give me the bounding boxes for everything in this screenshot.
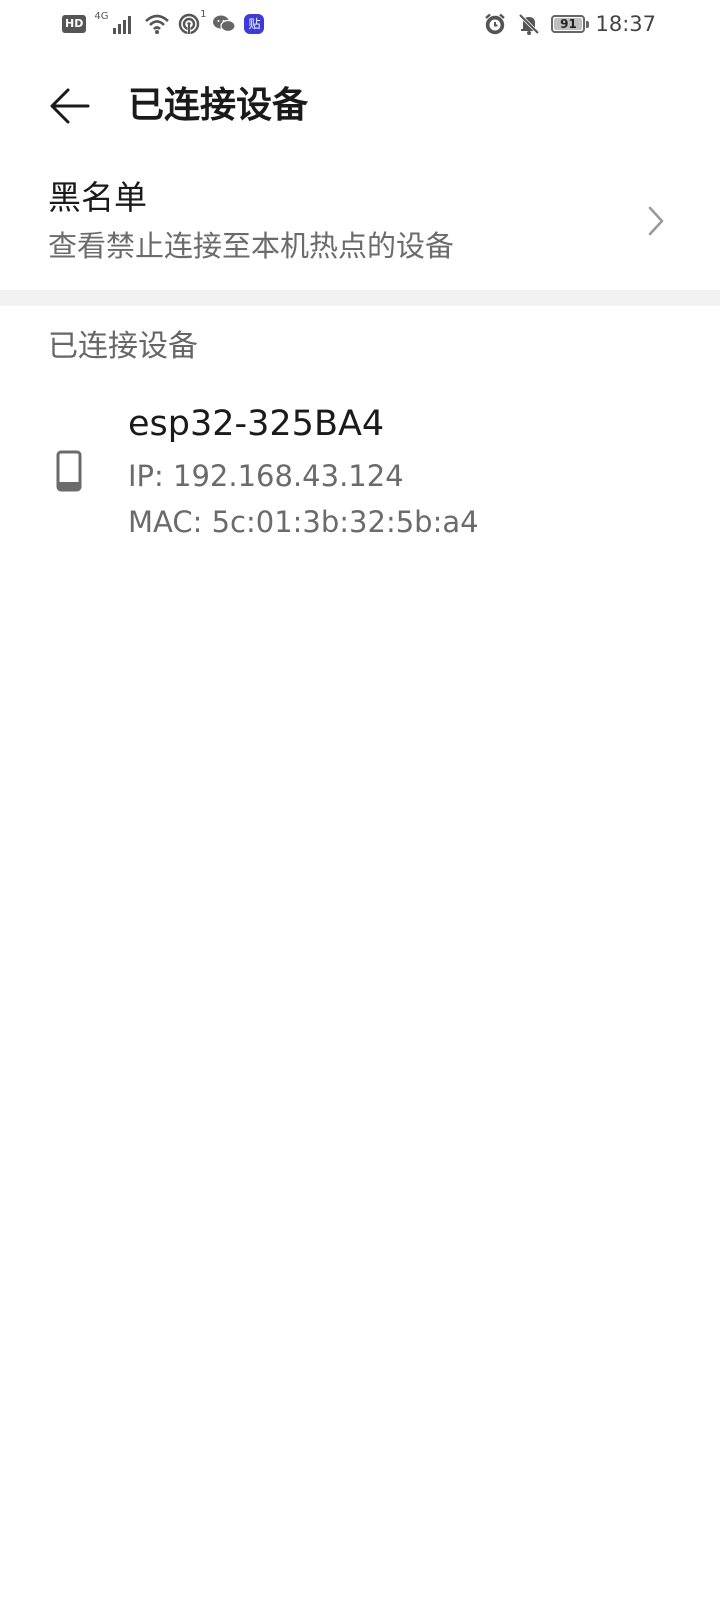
device-mac: MAC: 5c:01:3b:32:5b:a4 <box>128 505 479 539</box>
page-title: 已连接设备 <box>128 85 309 126</box>
network-type-label: 4G <box>94 11 109 22</box>
chevron-right-icon <box>648 206 664 236</box>
hotspot-count: 1 <box>200 9 207 20</box>
hd-icon: HD <box>62 15 87 33</box>
status-bar: HD 4G 1 贴 91 18:37 <box>0 0 720 48</box>
phone-icon <box>56 450 82 492</box>
signal-icon <box>113 16 132 34</box>
blacklist-subtitle: 查看禁止连接至本机热点的设备 <box>48 229 455 263</box>
app-bar: 已连接设备 <box>0 66 720 146</box>
blacklist-title: 黑名单 <box>48 178 147 217</box>
section-divider <box>0 290 720 306</box>
device-ip: IP: 192.168.43.124 <box>128 459 404 493</box>
arrow-left-icon <box>50 88 90 124</box>
status-right-icons: 91 18:37 <box>483 10 656 38</box>
blacklist-row[interactable]: 黑名单 查看禁止连接至本机热点的设备 <box>0 168 720 284</box>
device-name: esp32-325BA4 <box>128 404 385 444</box>
wechat-icon <box>213 15 237 33</box>
alarm-icon <box>485 13 506 35</box>
status-time: 18:37 <box>595 12 656 36</box>
hotspot-icon: 1 <box>178 9 206 35</box>
tieba-icon: 贴 <box>244 14 265 34</box>
wifi-icon <box>145 14 170 34</box>
mute-bell-icon <box>519 13 540 35</box>
battery-level: 91 <box>560 17 577 31</box>
device-list-item[interactable]: esp32-325BA4 IP: 192.168.43.124 MAC: 5c:… <box>0 400 720 550</box>
battery-icon: 91 <box>551 15 590 33</box>
status-left-icons: HD 4G 1 贴 <box>62 9 265 38</box>
back-button[interactable] <box>44 80 96 132</box>
connected-section-header: 已连接设备 <box>48 329 198 364</box>
